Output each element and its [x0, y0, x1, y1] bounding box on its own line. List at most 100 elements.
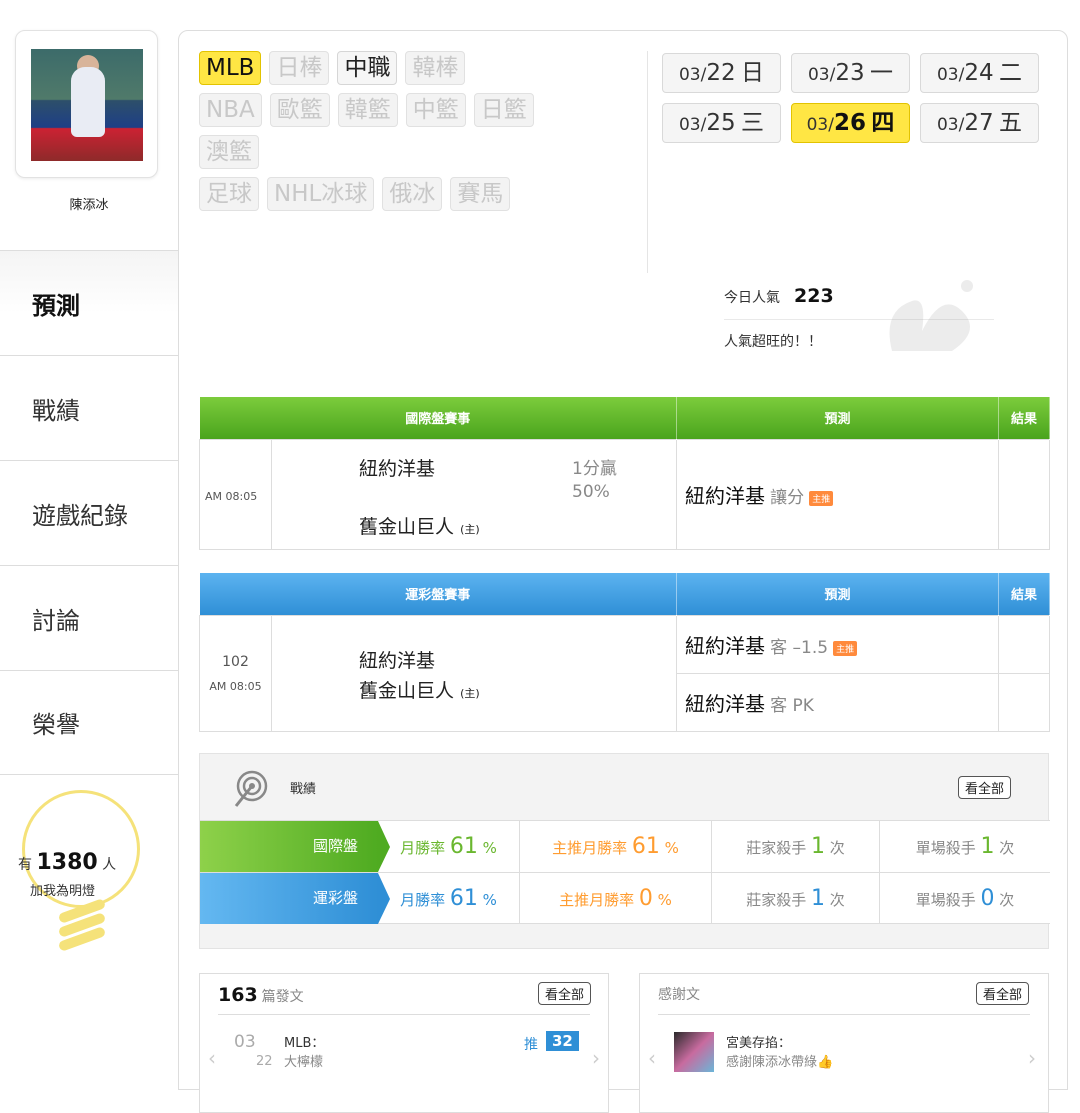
team-home[interactable]: 舊金山巨人 (主): [359, 512, 480, 539]
game-number: 102: [222, 653, 249, 670]
posts-count: 163: [218, 984, 258, 1006]
main-panel: MLB 日棒 中職 韓棒 NBA 歐籃 韓籃 中籃 日籃 澳籃 足球 NHL冰球…: [178, 30, 1068, 1113]
prev-arrow-icon[interactable]: ‹: [648, 1046, 656, 1070]
record-label: 國際盤: [200, 821, 390, 872]
game-time: AM 08:05: [205, 489, 258, 503]
prev-arrow-icon[interactable]: ‹: [208, 1046, 216, 1070]
sport-tab-nhl[interactable]: NHL冰球: [267, 177, 375, 211]
sport-tab-china-basketball[interactable]: 中籃: [405, 93, 466, 127]
popularity-label: 今日人氣: [724, 290, 780, 306]
date-0322[interactable]: 03/22 日: [662, 53, 781, 93]
sport-tab-kbo[interactable]: 韓棒: [405, 51, 466, 85]
divider: [647, 51, 648, 273]
date-0326[interactable]: 03/26 四: [791, 103, 910, 143]
avatar[interactable]: [31, 49, 143, 161]
prediction-team: 紐約洋基: [685, 691, 766, 716]
prediction-type: 客 PK: [770, 695, 814, 716]
result-cell: [998, 438, 1051, 550]
record-row-intl: 國際盤 月勝率 61 % 主推月勝率 61 % 莊家殺手 1 次 單場殺手 1 …: [200, 820, 1050, 872]
sport-tab-khl[interactable]: 俄冰: [382, 177, 443, 211]
sport-tab-horse-racing[interactable]: 賽馬: [450, 177, 511, 211]
team-home[interactable]: 舊金山巨人 (主): [359, 676, 480, 703]
post-date-month: 03: [234, 1032, 256, 1052]
lottery-header-result: 結果: [998, 573, 1051, 615]
fan-suffix: 人: [102, 857, 117, 873]
fan-bulb[interactable]: 有 1380 人 加我為明燈: [10, 790, 150, 970]
intl-header-predict: 預測: [676, 397, 1000, 439]
lottery-prediction-table: 運彩盤賽事 預測 結果 102 AM 08:05 紐約洋基 舊金山巨人 (主) …: [199, 573, 1051, 732]
date-0323[interactable]: 03/23 一: [791, 53, 910, 93]
single-killer: 單場殺手 0 次: [879, 873, 1050, 924]
sidebar: 陳添冰 預測 戰績 遊戲紀錄 討論 榮譽 有 1380 人 加我為明燈: [0, 0, 178, 1080]
mascot-icon: [889, 280, 973, 351]
date-selector: 03/22 日 03/23 一 03/24 二 03/25 三 03/26 四 …: [662, 53, 1052, 153]
banker-killer: 莊家殺手 1 次: [711, 821, 879, 872]
main-pick-win-rate: 主推月勝率 0 %: [519, 873, 711, 924]
avatar-card[interactable]: [15, 30, 158, 178]
thanks-author[interactable]: 宮美存掐：: [726, 1032, 791, 1051]
see-all-thanks-button[interactable]: 看全部: [976, 982, 1030, 1005]
record-panel: 戰績 看全部 國際盤 月勝率 61 % 主推月勝率 61 % 莊家殺手 1 次 …: [199, 753, 1050, 949]
push-label: 推: [524, 1037, 538, 1053]
lottery-header-predict: 預測: [676, 573, 1000, 615]
intl-header-event: 國際盤賽事: [199, 397, 678, 439]
sport-tab-nba[interactable]: NBA: [199, 93, 262, 127]
monthly-win-rate: 月勝率 61 %: [400, 834, 497, 859]
post-author: 大檸檬: [284, 1055, 324, 1070]
fan-count-line: 有 1380 人: [18, 850, 116, 875]
sport-tab-euro-basketball[interactable]: 歐籃: [269, 93, 330, 127]
prediction-team: 紐約洋基: [685, 633, 766, 658]
posts-card: 163 篇發文 看全部 ‹ 03 22 MLB： 大檸檬 推 32 ›: [199, 973, 609, 1113]
sport-selector: MLB 日棒 中職 韓棒 NBA 歐籃 韓籃 中籃 日籃 澳籃 足球 NHL冰球…: [199, 51, 639, 219]
push-count: 32: [546, 1031, 579, 1051]
nav-item-discussion[interactable]: 討論: [0, 565, 178, 670]
record-row-lottery: 運彩盤 月勝率 61 % 主推月勝率 0 % 莊家殺手 1 次 單場殺手 0 次: [200, 872, 1050, 924]
add-as-light-label: 加我為明燈: [30, 884, 96, 899]
sport-tab-korea-basketball[interactable]: 韓籃: [337, 93, 398, 127]
thanks-text: 感謝陳添冰帶綠👍: [726, 1055, 834, 1070]
sport-tab-aus-basketball[interactable]: 澳籃: [199, 135, 259, 169]
table-row: AM 08:05 紐約洋基 舊金山巨人 (主) 1分贏 50% 紐約洋基 讓分 …: [199, 438, 1051, 550]
fan-prefix: 有: [18, 857, 32, 873]
odds-line1: 1分贏: [572, 458, 617, 479]
posts-header: 163 篇發文: [218, 984, 304, 1006]
popularity-box: 今日人氣 223 人氣超旺的！！: [724, 280, 1024, 366]
sport-tab-japan-basketball[interactable]: 日籃: [473, 93, 534, 127]
bulb-base-icon: [57, 898, 107, 956]
monthly-win-rate: 月勝率 61 %: [400, 886, 497, 911]
team-away[interactable]: 紐約洋基: [359, 454, 435, 481]
banker-killer: 莊家殺手 1 次: [711, 873, 879, 924]
intl-header-result: 結果: [998, 397, 1051, 439]
intl-prediction-table: 國際盤賽事 預測 結果 AM 08:05 紐約洋基 舊金山巨人 (主) 1分贏 …: [199, 397, 1051, 550]
record-title: 戰績: [290, 782, 317, 797]
next-arrow-icon[interactable]: ›: [1028, 1046, 1036, 1070]
date-0327[interactable]: 03/27 五: [920, 103, 1039, 143]
sport-tab-mlb[interactable]: MLB: [199, 51, 262, 85]
nav-item-record[interactable]: 戰績: [0, 355, 178, 460]
post-title[interactable]: MLB：: [284, 1032, 324, 1051]
thanks-avatar[interactable]: [674, 1032, 714, 1072]
see-all-posts-button[interactable]: 看全部: [538, 982, 592, 1005]
nav-item-game-log[interactable]: 遊戲紀錄: [0, 460, 178, 565]
target-icon: [234, 770, 268, 807]
table-row: 102 AM 08:05 紐約洋基 舊金山巨人 (主) 紐約洋基 客 –1.5 …: [199, 614, 1051, 732]
prediction-type: 讓分: [770, 487, 805, 508]
sport-tab-npb[interactable]: 日棒: [269, 51, 330, 85]
date-0325[interactable]: 03/25 三: [662, 103, 781, 143]
sport-tab-soccer[interactable]: 足球: [199, 177, 259, 211]
thanks-card: 感謝文 看全部 ‹ 宮美存掐： 感謝陳添冰帶綠👍 ›: [639, 973, 1049, 1113]
see-all-button[interactable]: 看全部: [958, 776, 1012, 799]
date-0324[interactable]: 03/24 二: [920, 53, 1039, 93]
next-arrow-icon[interactable]: ›: [592, 1046, 600, 1070]
lottery-header-event: 運彩盤賽事: [199, 573, 678, 615]
result-cell: [998, 614, 1051, 674]
team-away[interactable]: 紐約洋基: [359, 646, 435, 673]
odds-line2: 50%: [572, 481, 610, 502]
single-killer: 單場殺手 1 次: [879, 821, 1050, 872]
main-pick-badge: 主推: [833, 640, 858, 656]
nav-item-honor[interactable]: 榮譽: [0, 670, 178, 775]
user-name[interactable]: 陳添冰: [0, 194, 178, 213]
nav-item-predict[interactable]: 預測: [0, 250, 178, 355]
main-pick-badge: 主推: [809, 490, 834, 506]
sport-tab-cpbl[interactable]: 中職: [337, 51, 398, 85]
